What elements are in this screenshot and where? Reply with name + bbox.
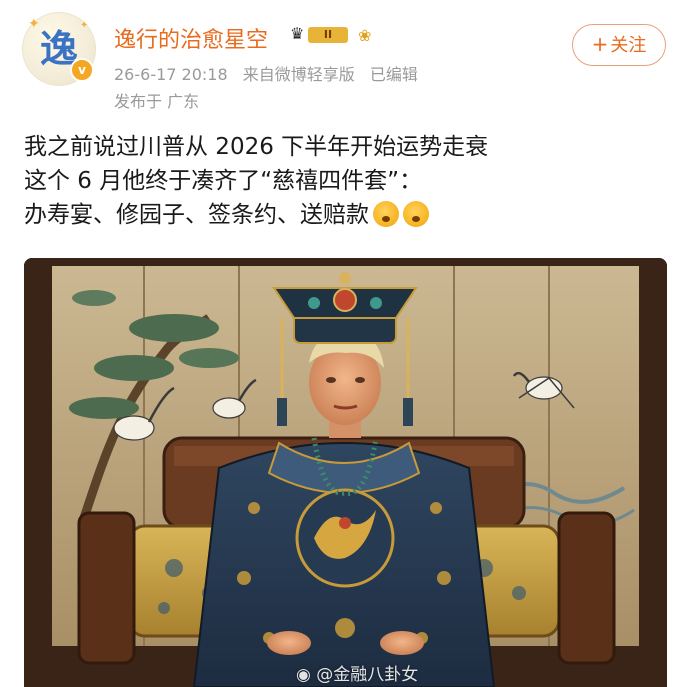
- medal-icon[interactable]: ❀: [358, 26, 378, 46]
- plus-icon: +: [591, 32, 609, 56]
- post-text-segment: 办寿宴、修园子、签条约、送赔款: [24, 202, 369, 228]
- weibo-logo-icon: ◉: [296, 665, 311, 685]
- post-timestamp[interactable]: 26-6-17 20:18: [114, 65, 228, 84]
- avatar[interactable]: ✦ ✦ 逸 v: [22, 12, 96, 86]
- vip-level: II: [308, 27, 348, 43]
- verified-badge-icon: v: [70, 58, 94, 82]
- image-watermark: ◉ @金融八卦女: [296, 660, 418, 685]
- vip-badge[interactable]: ♛ II: [290, 24, 352, 46]
- qing-empress-portrait-illustration: [24, 258, 667, 687]
- post-text-line-with-emoji: 办寿宴、修园子、签条约、送赔款: [24, 198, 664, 232]
- surprised-face-emoji-icon: [403, 201, 429, 227]
- post-text-line: 我之前说过川普从 2026 下半年开始运势走衰: [24, 134, 489, 160]
- watermark-text: @金融八卦女: [316, 665, 419, 685]
- follow-label: 关注: [610, 35, 647, 56]
- surprised-face-emoji-icon: [373, 201, 399, 227]
- post-header: ✦ ✦ 逸 v 逸行的治愈星空 ♛ II ❀ 26-6-17 20:18 来自微…: [0, 0, 690, 120]
- post-location: 发布于 广东: [114, 92, 200, 111]
- post-source: 来自微博轻享版: [242, 65, 355, 84]
- crown-icon: ♛: [290, 24, 305, 43]
- post-image[interactable]: [24, 258, 667, 687]
- post-text-line: 这个 6 月他终于凑齐了“慈禧四件套”：: [24, 168, 423, 194]
- post-meta: 26-6-17 20:18 来自微博轻享版 已编辑: [114, 61, 428, 85]
- follow-button[interactable]: + 关注: [572, 24, 666, 66]
- username[interactable]: 逸行的治愈星空: [114, 22, 268, 54]
- edited-label[interactable]: 已编辑: [370, 65, 418, 84]
- post-body: 我之前说过川普从 2026 下半年开始运势走衰 这个 6 月他终于凑齐了“慈禧四…: [24, 130, 664, 232]
